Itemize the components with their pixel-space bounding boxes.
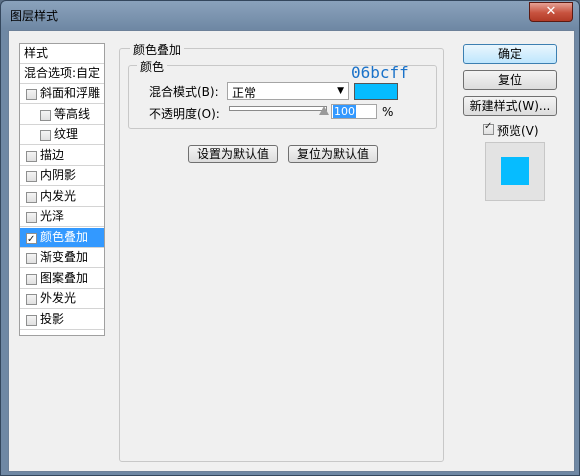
style-list-blend-options[interactable]: 混合选项:自定 (20, 64, 104, 84)
style-item[interactable]: 描边 (20, 146, 104, 166)
style-list-header-label: 样式 (24, 46, 49, 60)
preview-checkbox[interactable] (483, 121, 494, 135)
style-item-label: 描边 (40, 147, 65, 162)
opacity-slider-track[interactable] (229, 106, 327, 111)
style-item-checkbox[interactable] (26, 89, 37, 100)
window-title: 图层样式 (10, 9, 59, 23)
style-item[interactable]: 渐变叠加 (20, 248, 104, 268)
make-default-button[interactable]: 设置为默认值 (188, 145, 278, 163)
reset-button[interactable]: 复位 (463, 70, 557, 90)
style-item-label: 纹理 (54, 127, 79, 141)
style-item-checkbox[interactable] (40, 130, 51, 141)
style-item-label: 光泽 (40, 209, 65, 223)
color-overlay-title: 颜色叠加 (130, 41, 185, 58)
blend-mode-select[interactable]: 正常 ▼ (227, 82, 349, 100)
style-item-checkbox[interactable] (26, 150, 37, 162)
new-style-button[interactable]: 新建样式(W)... (463, 96, 557, 116)
style-list-header: 样式 (20, 44, 104, 64)
style-item-checkbox[interactable] (26, 191, 37, 203)
style-item-label: 斜面和浮雕 (40, 86, 101, 100)
reset-to-default-button[interactable]: 复位为默认值 (288, 145, 378, 163)
style-list: 样式 混合选项:自定 斜面和浮雕等高线纹理描边内阴影内发光光泽颜色叠加渐变叠加图… (19, 43, 105, 336)
style-item-label: 外发光 (40, 291, 77, 305)
overlay-color-swatch[interactable] (354, 83, 398, 100)
style-item[interactable]: 纹理 (20, 125, 104, 145)
style-item-checkbox[interactable] (26, 212, 37, 223)
title-bar[interactable]: 图层样式 ✕ (1, 1, 579, 29)
opacity-input[interactable]: 100 (331, 104, 377, 119)
style-item-label: 等高线 (54, 106, 91, 121)
opacity-value: 100 (333, 105, 356, 118)
style-item-label: 渐变叠加 (40, 250, 89, 264)
style-item-checkbox[interactable] (40, 109, 51, 121)
close-icon: ✕ (545, 4, 557, 19)
style-item-checkbox[interactable] (26, 294, 37, 305)
style-item[interactable]: 内发光 (20, 187, 104, 207)
style-item[interactable]: 投影 (20, 310, 104, 330)
layer-style-dialog: 图层样式 ✕ 样式 混合选项:自定 斜面和浮雕等高线纹理描边内阴影内发光光泽颜色… (0, 0, 580, 476)
color-overlay-group: 颜色叠加 颜色 混合模式(B): 正常 ▼ 06bcff 不透明度(O): 10… (119, 41, 444, 462)
style-item[interactable]: 颜色叠加 (20, 227, 104, 249)
opacity-label: 不透明度(O): (149, 107, 220, 121)
style-item-label: 图案叠加 (40, 270, 89, 285)
blend-mode-label: 混合模式(B): (149, 85, 219, 99)
preview-thumbnail (485, 142, 545, 201)
style-item-checkbox[interactable] (26, 314, 37, 326)
preview-label: 预览(V) (497, 124, 539, 138)
color-hex-annotation: 06bcff (351, 63, 409, 82)
style-item[interactable]: 外发光 (20, 289, 104, 309)
style-item[interactable]: 内阴影 (20, 166, 104, 186)
opacity-unit: % (382, 105, 394, 119)
blend-mode-value: 正常 (232, 86, 257, 100)
style-item-checkbox[interactable] (26, 253, 37, 264)
ok-button[interactable]: 确定 (463, 44, 557, 64)
style-item-checkbox[interactable] (26, 171, 37, 182)
style-item-label: 内发光 (40, 188, 77, 203)
style-item[interactable]: 等高线 (20, 105, 104, 125)
style-item-label: 投影 (40, 311, 65, 326)
close-button[interactable]: ✕ (529, 2, 573, 22)
style-item-checkbox[interactable] (26, 273, 37, 285)
blend-options-label: 混合选项:自定 (24, 66, 101, 80)
style-item-label: 内阴影 (40, 168, 77, 182)
style-item[interactable]: 图案叠加 (20, 269, 104, 289)
style-item-label: 颜色叠加 (40, 229, 89, 244)
dialog-client-area: 样式 混合选项:自定 斜面和浮雕等高线纹理描边内阴影内发光光泽颜色叠加渐变叠加图… (8, 30, 575, 472)
style-item[interactable]: 斜面和浮雕 (20, 84, 104, 104)
color-group: 颜色 混合模式(B): 正常 ▼ 06bcff 不透明度(O): 100 % (128, 58, 437, 129)
opacity-slider-thumb[interactable] (319, 106, 329, 115)
style-item[interactable]: 光泽 (20, 207, 104, 227)
preview-swatch (501, 157, 529, 185)
color-group-title: 颜色 (137, 58, 168, 75)
style-item-checkbox[interactable] (26, 230, 37, 249)
dropdown-arrow-icon: ▼ (337, 86, 344, 96)
